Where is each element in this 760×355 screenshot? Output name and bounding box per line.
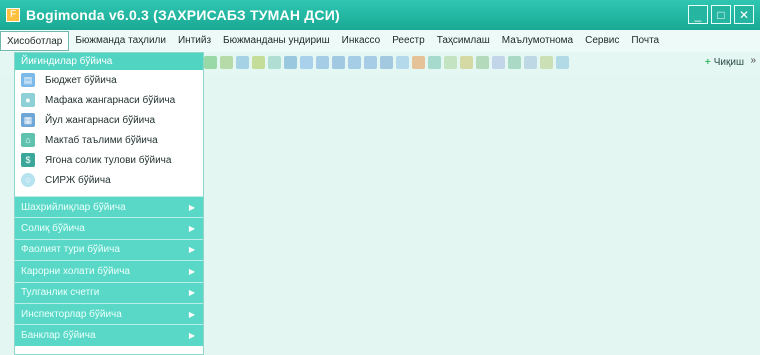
- reports-dropdown-menu: Йиғиндилар бўйича ▤ Бюджет бўйича ● Мафа…: [14, 52, 204, 355]
- exit-button[interactable]: + Чиқиш: [705, 57, 744, 68]
- exit-label: Чиқиш: [713, 57, 744, 68]
- toolbar-tool-icon[interactable]: [556, 56, 569, 69]
- window-title: Bogimonda v6.0.3 (ЗАХРИСАБЗ ТУМАН ДСИ): [26, 7, 340, 23]
- submenu-shahriyliqlar[interactable]: Шахрийлиқлар бўйича ▶: [15, 196, 203, 218]
- chevron-right-icon: ▶: [188, 224, 195, 234]
- menu-inkasso[interactable]: Инкассо: [336, 31, 387, 51]
- submenu-tulganlik[interactable]: Тулганлик счетги ▶: [15, 281, 203, 303]
- toolbar-tool-icon[interactable]: [412, 56, 425, 69]
- tax-icon: $: [21, 153, 35, 167]
- submenu-karor[interactable]: Карорни холати бўйича ▶: [15, 260, 203, 282]
- toolbar-tool-icon[interactable]: [380, 56, 393, 69]
- toolbar-tool-icon[interactable]: [396, 56, 409, 69]
- toolbar-tool-icon[interactable]: [204, 56, 217, 69]
- chevron-right-icon: ▶: [188, 288, 195, 298]
- toolbar-tool-icon[interactable]: [300, 56, 313, 69]
- menu-bojmanda-undirish[interactable]: Бюжманданы ундириш: [217, 31, 336, 51]
- toolbar-tool-icon[interactable]: [316, 56, 329, 69]
- toolbar-tool-icon[interactable]: [252, 56, 265, 69]
- menu-item-label: СИРЖ бўйича: [45, 174, 111, 186]
- toolbar-tool-icon[interactable]: [508, 56, 521, 69]
- menu-item-label: Йул жангарнаси бўйича: [45, 114, 156, 126]
- menu-item-school[interactable]: ⌂ Мактаб таълими бўйича: [15, 130, 203, 150]
- menu-item-single-tax[interactable]: $ Ягона солик тулови бўйича: [15, 150, 203, 170]
- menu-item-mafaka[interactable]: ● Мафака жангарнаси бўйича: [15, 90, 203, 110]
- toolbar-tool-icon[interactable]: [476, 56, 489, 69]
- maximize-button[interactable]: □: [711, 5, 731, 24]
- toolbar-tool-icon[interactable]: [524, 56, 537, 69]
- exit-icon: +: [704, 57, 711, 68]
- menu-taqsimlash[interactable]: Таҳсимлаш: [431, 31, 496, 51]
- table-icon: ▦: [21, 113, 35, 127]
- submenu-label: Тулганлик счетги: [21, 287, 100, 299]
- menu-hisobotlar[interactable]: Хисоботлар: [0, 31, 70, 51]
- toolbar-tool-icon[interactable]: [268, 56, 281, 69]
- menu-item-sirzh[interactable]: ○ СИРЖ бўйича: [15, 170, 203, 190]
- toolbar-tool-icon[interactable]: [348, 56, 361, 69]
- dropdown-header[interactable]: Йиғиндилар бўйича: [15, 53, 203, 70]
- menu-item-label: Ягона солик тулови бўйича: [45, 154, 172, 166]
- toolbar-tool-icon[interactable]: [332, 56, 345, 69]
- menu-pochta[interactable]: Почта: [625, 31, 665, 51]
- menu-intiyz[interactable]: Интийз: [172, 31, 217, 51]
- document-icon: ▤: [21, 73, 35, 87]
- title-bar: F Bogimonda v6.0.3 (ЗАХРИСАБЗ ТУМАН ДСИ)…: [0, 0, 760, 30]
- submenu-label: Инспекторлар бўйича: [21, 308, 122, 320]
- menu-item-label: Мафака жангарнаси бўйича: [45, 94, 176, 106]
- school-icon: ⌂: [21, 133, 35, 147]
- window-controls: _ □ ✕: [688, 5, 754, 24]
- menu-item-road[interactable]: ▦ Йул жангарнаси бўйича: [15, 110, 203, 130]
- submenu-soliq[interactable]: Солиқ бўйича ▶: [15, 217, 203, 239]
- toolbar-tool-icon[interactable]: [540, 56, 553, 69]
- menu-bojmanda-tahlili[interactable]: Бюжманда таҳлили: [69, 31, 172, 51]
- menu-item-label: Мактаб таълими бўйича: [45, 134, 158, 146]
- toolbar-tool-icon[interactable]: [284, 56, 297, 69]
- chevron-right-icon: ▶: [188, 331, 195, 341]
- person-icon: ●: [21, 93, 35, 107]
- submenu-label: Банклар бўйича: [21, 330, 96, 342]
- chevron-right-icon: ▶: [188, 245, 195, 255]
- toolbar-icons: [204, 56, 569, 69]
- submenu-label: Шахрийлиқлар бўйича: [21, 201, 126, 213]
- circle-icon: ○: [21, 173, 35, 187]
- toolbar-tool-icon[interactable]: [220, 56, 233, 69]
- toolbar-tool-icon[interactable]: [236, 56, 249, 69]
- app-icon: F: [6, 8, 20, 22]
- toolbar-tool-icon[interactable]: [492, 56, 505, 69]
- submenu-label: Солиқ бўйича: [21, 223, 85, 235]
- chevron-right-icon: ▶: [188, 202, 195, 212]
- toolbar-overflow-icon[interactable]: »: [750, 55, 756, 66]
- toolbar-tool-icon[interactable]: [428, 56, 441, 69]
- submenu-banks[interactable]: Банклар бўйича ▶: [15, 324, 203, 346]
- toolbar-tool-icon[interactable]: [460, 56, 473, 69]
- menu-malumotnoma[interactable]: Маълумотнома: [496, 31, 579, 51]
- submenu-faoliyat[interactable]: Фаолият тури бўйича ▶: [15, 238, 203, 261]
- menu-servis[interactable]: Сервис: [579, 31, 625, 51]
- close-button[interactable]: ✕: [734, 5, 754, 24]
- submenu-label: Карорни холати бўйича: [21, 265, 130, 277]
- submenu-label: Фаолият тури бўйича: [21, 244, 120, 256]
- submenu-inspectors[interactable]: Инспекторлар бўйича ▶: [15, 302, 203, 325]
- menu-item-label: Бюджет бўйича: [45, 74, 117, 86]
- chevron-right-icon: ▶: [188, 266, 195, 276]
- chevron-right-icon: ▶: [188, 309, 195, 319]
- toolbar-tool-icon[interactable]: [444, 56, 457, 69]
- menu-reestr[interactable]: Реестр: [386, 31, 431, 51]
- minimize-button[interactable]: _: [688, 5, 708, 24]
- menu-item-budget[interactable]: ▤ Бюджет бўйича: [15, 70, 203, 90]
- menu-bar: Хисоботлар Бюжманда таҳлили Интийз Бюжма…: [0, 30, 760, 52]
- toolbar-tool-icon[interactable]: [364, 56, 377, 69]
